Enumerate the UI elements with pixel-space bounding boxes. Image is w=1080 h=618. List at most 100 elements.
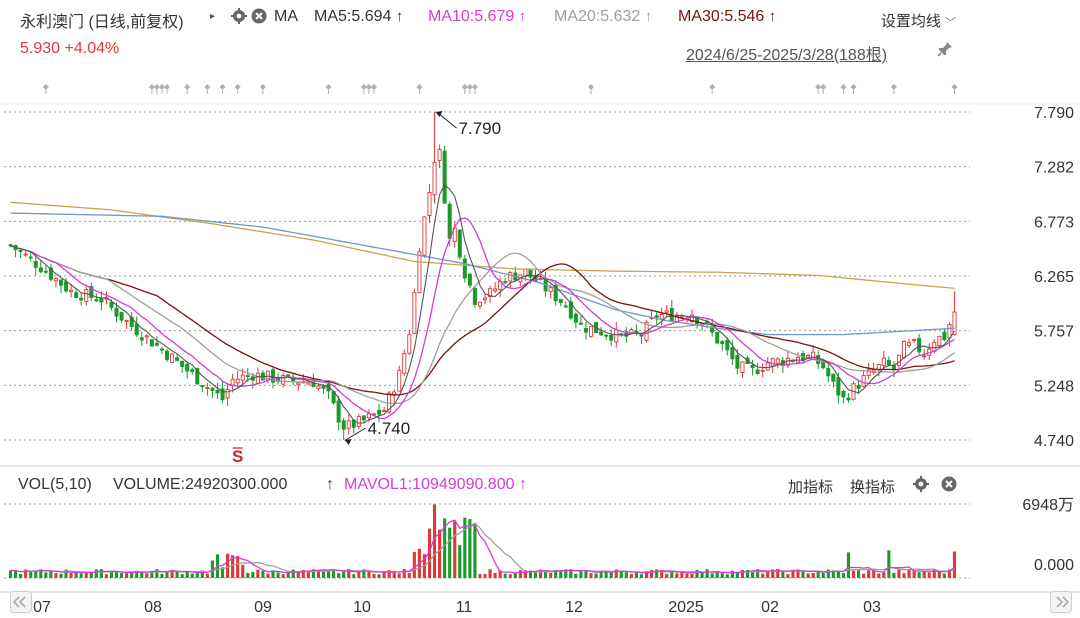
- volume-bar: [488, 569, 492, 578]
- candle-body: [750, 365, 755, 368]
- candle-body: [472, 287, 477, 305]
- candle-body: [58, 279, 64, 286]
- volume-bar: [352, 574, 356, 578]
- volume-bar: [937, 571, 941, 578]
- candle-body: [114, 307, 119, 317]
- volume-bar: [952, 551, 957, 578]
- mavol5-line: [10, 519, 955, 574]
- volume-bar: [877, 573, 881, 578]
- candle-body: [881, 357, 886, 366]
- scroll-right-icon[interactable]: [1050, 591, 1072, 613]
- volume-bar: [236, 555, 240, 578]
- price-tick-label: 6.265: [1034, 269, 1074, 286]
- volume-arrow: ↑: [326, 476, 334, 493]
- candle-body: [548, 287, 553, 293]
- volume-bar: [160, 573, 164, 578]
- candle-body: [589, 326, 594, 337]
- candle-body: [94, 299, 99, 302]
- x-tick-label: 2025: [668, 599, 704, 616]
- candle-body: [245, 375, 250, 378]
- volume-bar: [503, 573, 507, 578]
- volume-bar: [332, 570, 336, 578]
- volume-bar: [857, 570, 861, 578]
- candle-body: [447, 203, 452, 239]
- volume-bar: [256, 569, 260, 578]
- event-marker: [259, 84, 266, 90]
- volume-bar: [438, 529, 442, 578]
- volume-bar: [922, 571, 926, 578]
- volume-bar: [205, 573, 209, 578]
- candle-body: [836, 377, 841, 396]
- candle-body: [321, 385, 326, 389]
- candle-body: [185, 363, 190, 372]
- volume-bar: [897, 569, 901, 578]
- candle-body: [316, 385, 321, 390]
- gear-icon[interactable]: [912, 475, 930, 493]
- x-tick-label: 10: [353, 599, 371, 616]
- candle-body: [755, 369, 760, 374]
- candle-body: [477, 301, 482, 307]
- volume-bar: [862, 573, 866, 578]
- volume-bar: [412, 551, 416, 578]
- volume-bar: [44, 572, 48, 578]
- volume-bar: [190, 573, 194, 578]
- volume-bar: [942, 573, 946, 578]
- volume-bar: [735, 572, 739, 578]
- candle-body: [896, 354, 901, 366]
- price-tick-label: 5.248: [1034, 378, 1074, 395]
- candle-body: [856, 385, 861, 389]
- close-icon[interactable]: [940, 475, 958, 493]
- scroll-left-icon[interactable]: [10, 591, 32, 613]
- volume-bar: [594, 573, 598, 578]
- volume-bar: [145, 573, 149, 578]
- event-marker: [588, 84, 595, 90]
- candle-body: [609, 334, 614, 341]
- volume-bar: [670, 571, 674, 578]
- volume-bar: [473, 522, 477, 578]
- candle-body: [417, 251, 422, 294]
- event-marker: [370, 84, 377, 90]
- ma10-line: [10, 217, 955, 420]
- volume-bar: [337, 573, 341, 578]
- event-marker: [820, 84, 827, 90]
- candle-body: [659, 314, 664, 320]
- volume-bar: [493, 572, 497, 578]
- volume-tick-label: 0.000: [1034, 557, 1074, 574]
- volume-bar: [589, 573, 593, 578]
- volume-bar: [907, 569, 911, 578]
- volume-bar: [675, 573, 679, 578]
- event-marker: [471, 84, 478, 90]
- volume-bar: [867, 570, 871, 578]
- volume-bar: [806, 573, 810, 578]
- volume-bar: [816, 571, 820, 578]
- candle-body: [891, 365, 896, 370]
- candle-body: [912, 339, 917, 342]
- candle-body: [735, 355, 740, 369]
- candle-body: [639, 334, 644, 337]
- volume-bar: [826, 569, 830, 578]
- candle-body: [841, 390, 846, 398]
- x-tick-label: 11: [456, 599, 473, 616]
- candle-body: [382, 410, 387, 412]
- volume-bar: [584, 570, 588, 578]
- candle-body: [33, 260, 38, 268]
- volume-bar: [841, 573, 845, 578]
- candle-body: [467, 273, 472, 286]
- volume-bar: [59, 573, 63, 578]
- candle-body: [654, 315, 659, 318]
- candle-body: [740, 361, 745, 373]
- candle-body: [286, 374, 291, 377]
- candle-body: [210, 387, 215, 391]
- add-indicator-button[interactable]: 加指标: [788, 476, 833, 497]
- event-marker: [219, 84, 226, 90]
- volume-bar: [917, 572, 921, 578]
- price-tick-label: 5.757: [1034, 324, 1074, 341]
- candle-body: [144, 335, 149, 338]
- candle-body: [770, 358, 775, 367]
- volume-bar: [357, 571, 361, 578]
- volume-bar: [49, 571, 53, 578]
- volume-bar: [180, 574, 184, 578]
- switch-indicator-button[interactable]: 换指标: [850, 476, 895, 497]
- price-chart[interactable]: 7.790 4.740 S 7.790 7.282 6.773 6.265 5.757 5.2…: [0, 0, 1080, 618]
- candle-body: [18, 249, 23, 252]
